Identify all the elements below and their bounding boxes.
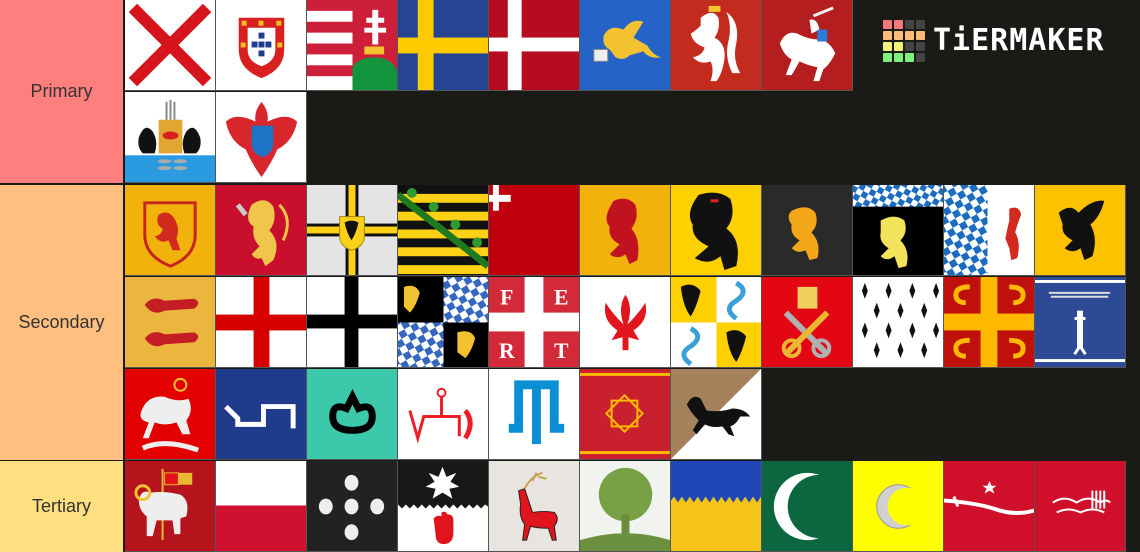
tier-item-wales-lions[interactable] [125, 277, 216, 368]
tier-item-green-tree[interactable] [580, 461, 671, 552]
tier-item-saxony-arms[interactable] [398, 185, 489, 276]
logo-grid-square [883, 42, 892, 51]
tier-item-prussia-cross[interactable] [307, 277, 398, 368]
tier-item-bohemia-lion[interactable] [671, 0, 762, 91]
fert-letter-f: F [500, 286, 513, 310]
logo-grid-square [916, 53, 925, 62]
tier-item-gotland-lamb[interactable] [125, 461, 216, 552]
tier-item-scotland-arms[interactable] [125, 185, 216, 276]
tier-item-red-octagram[interactable] [580, 369, 671, 460]
tier-item-bavaria-palatinate[interactable] [853, 185, 944, 276]
fert-letter-t: T [554, 339, 569, 363]
logo-grid-square [916, 42, 925, 51]
tier-item-brittany-ermine[interactable] [853, 277, 944, 368]
tier-item-green-crescent[interactable] [762, 461, 853, 552]
tier-item-yellow-crescent[interactable] [853, 461, 944, 552]
tier-items-secondary: F E R T [125, 185, 1140, 460]
fert-letter-r: R [499, 339, 515, 363]
tier-item-portugal-arms[interactable] [216, 0, 307, 91]
logo-grid-square [894, 31, 903, 40]
tier-row-secondary: Secondary F E R T [0, 185, 1140, 460]
logo-grid-square [883, 31, 892, 40]
tier-item-jaxa-sword[interactable] [1035, 277, 1126, 368]
tier-item-norway-lion[interactable] [216, 185, 307, 276]
tier-item-red-shahada[interactable] [1035, 461, 1126, 552]
logo-grid-square [916, 31, 925, 40]
logo-grid-square [905, 20, 914, 29]
tier-item-papal-keys[interactable] [762, 277, 853, 368]
tier-item-florence-lily[interactable] [580, 277, 671, 368]
tier-item-ulster-star-hand[interactable] [398, 461, 489, 552]
logo-grid-square [905, 53, 914, 62]
logo-grid-square [894, 20, 903, 29]
tiermaker-logo[interactable]: TiERMAKER [883, 20, 1105, 62]
tier-item-england-cross[interactable] [216, 277, 307, 368]
tier-item-milan-quarterly[interactable] [671, 277, 762, 368]
tier-item-black-horse[interactable] [671, 369, 762, 460]
logo-grid-icon [883, 20, 925, 62]
tier-items-tertiary [125, 461, 1140, 552]
tier-item-swiss-corner[interactable] [489, 185, 580, 276]
fert-letter-e: E [554, 286, 569, 310]
tier-item-tamga-teal[interactable] [307, 369, 398, 460]
tier-item-lithuania-vytis[interactable] [762, 0, 853, 91]
tier-item-red-stag[interactable] [489, 461, 580, 552]
tier-item-crimean-tamga[interactable] [489, 369, 580, 460]
tier-item-venice-lion[interactable] [580, 0, 671, 91]
tier-item-wavy-blue-yellow[interactable] [671, 461, 762, 552]
tier-item-savoy-fert[interactable]: F E R T [489, 277, 580, 368]
tier-item-novgorod-arms[interactable] [125, 92, 216, 183]
logo-grid-square [894, 42, 903, 51]
tier-label-primary[interactable]: Primary [0, 0, 124, 183]
tier-item-georgia-stgeorge[interactable] [125, 369, 216, 460]
tier-item-pomerania-griffin[interactable] [1035, 185, 1126, 276]
tier-item-tamga-red[interactable] [398, 369, 489, 460]
logo-grid-square [894, 53, 903, 62]
tier-item-brandenburg-eagle[interactable] [216, 92, 307, 183]
tier-item-tamga-blue[interactable] [216, 369, 307, 460]
tier-item-holland-lion[interactable] [580, 185, 671, 276]
tier-item-palatinate-quarterly[interactable] [398, 277, 489, 368]
logo-grid-square [905, 42, 914, 51]
tier-item-sweden-cross[interactable] [398, 0, 489, 91]
tier-label-tertiary[interactable]: Tertiary [0, 461, 124, 552]
tier-item-byzantine-tetragrammatic[interactable] [944, 277, 1035, 368]
tier-row-tertiary: Tertiary [0, 461, 1140, 552]
tier-item-scallop-shells[interactable] [307, 461, 398, 552]
tier-label-secondary[interactable]: Secondary [0, 185, 124, 460]
logo-grid-square [883, 53, 892, 62]
tier-item-bavaria-lozenge[interactable] [944, 185, 1035, 276]
tier-item-denmark-cross[interactable] [489, 0, 580, 91]
logo-grid-square [916, 20, 925, 29]
logo-text: TiERMAKER [933, 23, 1105, 58]
tier-item-red-sword-star[interactable] [944, 461, 1035, 552]
tier-item-hungary-arms[interactable] [307, 0, 398, 91]
tier-item-brabant-lion[interactable] [762, 185, 853, 276]
logo-grid-square [883, 20, 892, 29]
logo-grid-square [905, 31, 914, 40]
tier-item-flanders-lion[interactable] [671, 185, 762, 276]
tier-item-teutonic-cross[interactable] [307, 185, 398, 276]
tier-row-primary: Primary TiERMAKER [0, 0, 1140, 183]
tier-item-burgundy-cross[interactable] [125, 0, 216, 91]
tier-item-poland-bicolor[interactable] [216, 461, 307, 552]
